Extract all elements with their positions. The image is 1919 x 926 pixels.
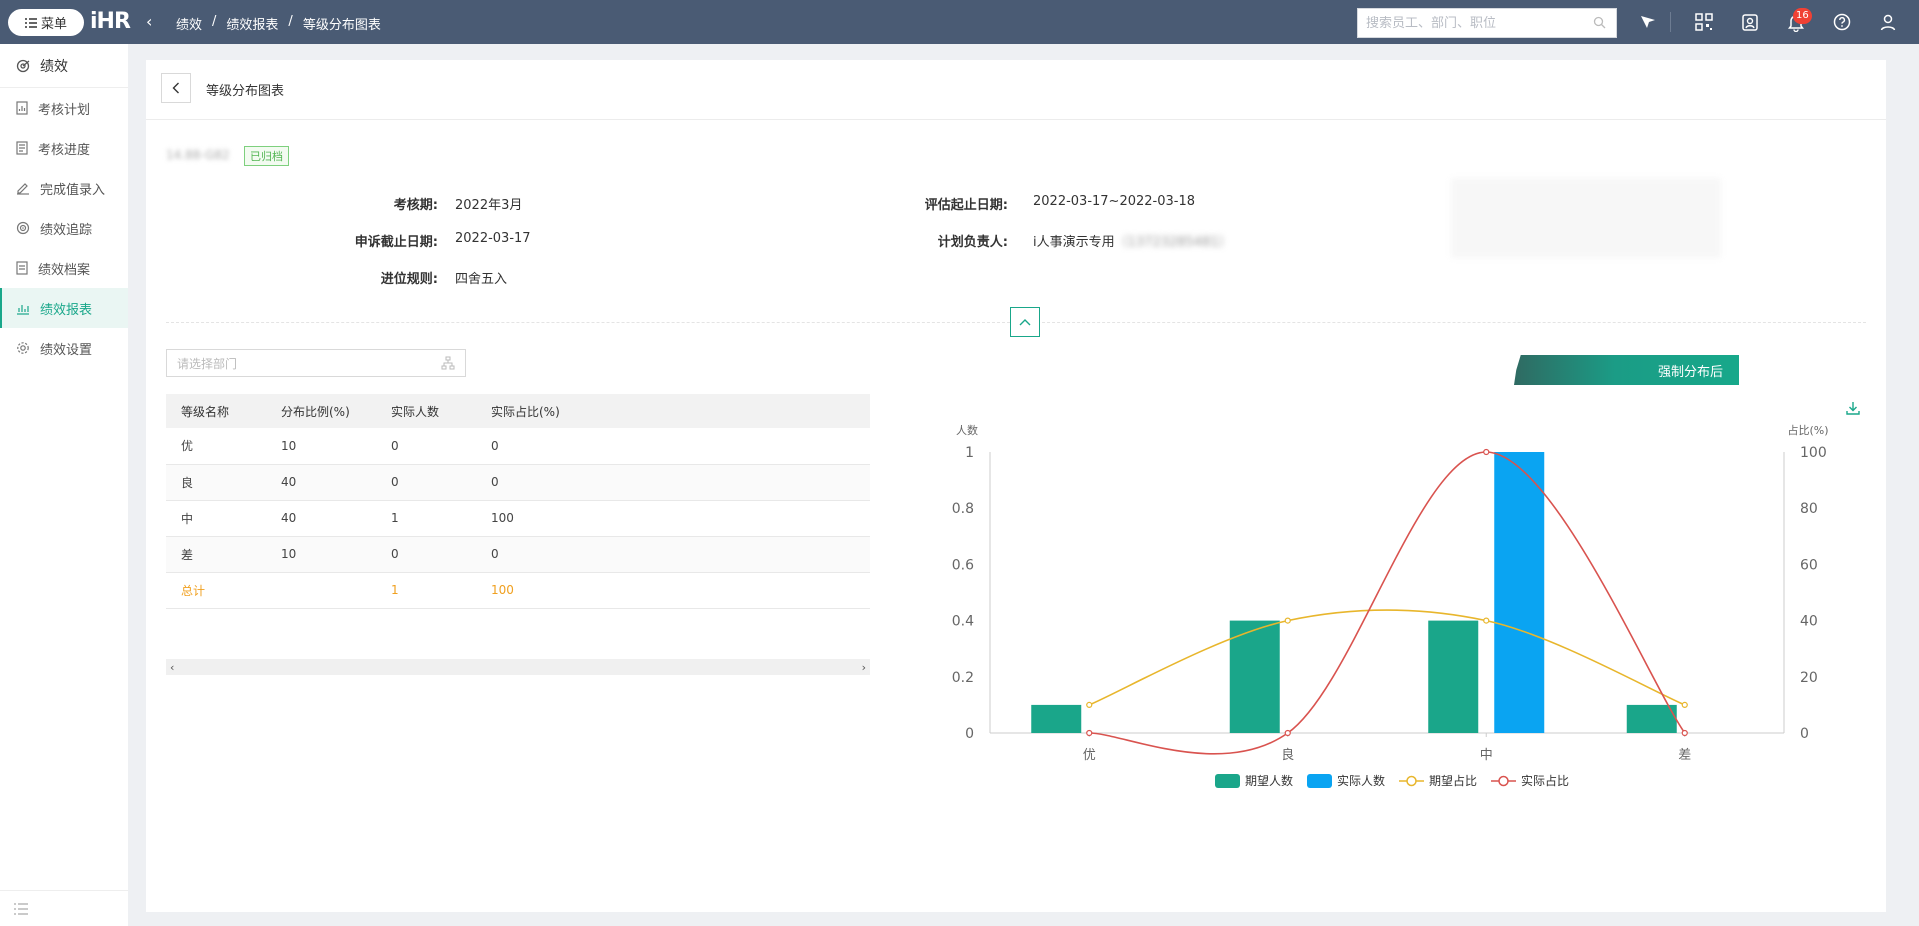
line-point-0-3 — [1681, 701, 1688, 709]
x-tick-label: 良 — [1281, 747, 1294, 763]
x-tick-label: 中 — [1480, 748, 1493, 763]
bar-0-0 — [1031, 704, 1082, 733]
y-tick-label-left: 0.6 — [952, 557, 974, 573]
y-axis-title-right: 占比(%) — [1787, 423, 1828, 437]
bar-0-3 — [1626, 704, 1677, 733]
line-point-0-2 — [1483, 617, 1490, 624]
y-tick-label-left: 0.4 — [952, 614, 974, 630]
line-point-1-0 — [1086, 729, 1093, 737]
legend-label: 期望占比 — [1429, 773, 1477, 788]
legend-swatch-point — [1498, 775, 1509, 787]
line-point-1-3 — [1681, 729, 1688, 737]
y-tick-label-left: 0.2 — [952, 670, 974, 686]
line-series-0 — [1088, 609, 1686, 706]
y-tick-label-left: 0.8 — [952, 501, 974, 517]
line-point-0-1 — [1284, 617, 1291, 624]
y-tick-label-right: 0 — [1800, 726, 1809, 742]
y-tick-label-right: 100 — [1800, 445, 1827, 461]
legend-label: 实际人数 — [1337, 773, 1385, 788]
legend-label: 实际占比 — [1521, 773, 1569, 788]
y-tick-label-right: 60 — [1800, 557, 1818, 573]
bar-1-2 — [1494, 452, 1545, 733]
legend-label: 期望人数 — [1245, 773, 1293, 788]
y-axis-title-left: 人数 — [956, 424, 978, 437]
line-point-1-2 — [1483, 448, 1490, 456]
legend-swatch-point — [1406, 775, 1417, 787]
bar-0-2 — [1428, 620, 1479, 733]
legend-swatch — [1307, 774, 1332, 788]
line-point-0-0 — [1086, 701, 1093, 709]
y-tick-label-right: 40 — [1800, 614, 1818, 630]
grade-distribution-chart: 0 0.2 0.4 0.6 0.8 1 0 20 40 60 80 100 人数 占比(%) 优 良 中 差期望人… — [952, 423, 1829, 788]
legend-swatch — [1215, 774, 1240, 788]
y-tick-label-left: 1 — [965, 445, 974, 461]
y-tick-label-right: 80 — [1800, 501, 1818, 517]
y-tick-label-right: 20 — [1800, 670, 1818, 686]
y-tick-label-left: 0 — [965, 726, 974, 742]
line-series-1 — [1089, 451, 1686, 755]
bar-0-1 — [1229, 620, 1280, 733]
line-point-1-1 — [1284, 729, 1291, 737]
chart-container: 0 0.2 0.4 0.6 0.8 1 0 20 40 60 80 100 人数 占比(%) 优 良 中 差期望人… — [0, 0, 1919, 926]
x-tick-label: 差 — [1678, 748, 1691, 763]
x-tick-label: 优 — [1083, 748, 1096, 763]
